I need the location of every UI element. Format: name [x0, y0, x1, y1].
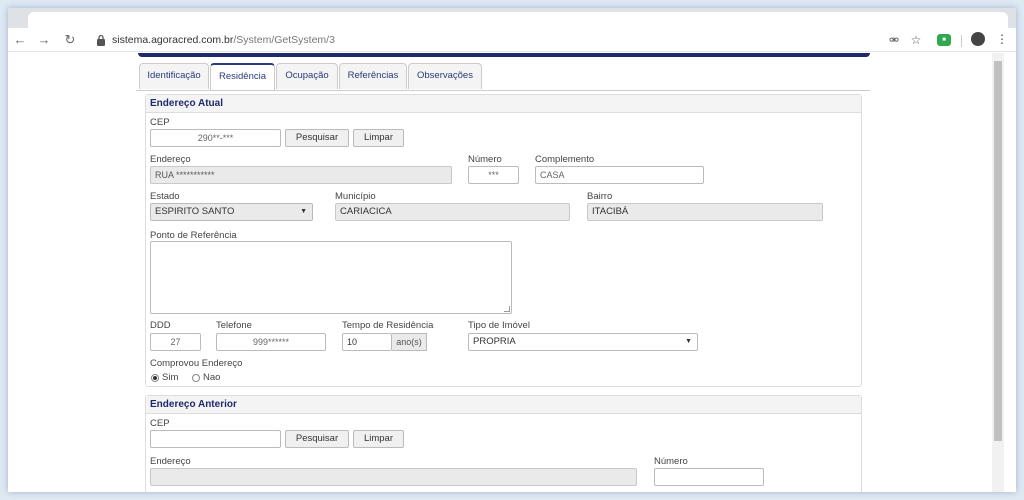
referencia-label: Ponto de Referência [150, 230, 237, 241]
municipio-input[interactable]: CARIACICA [335, 203, 570, 221]
tab-identificacao[interactable]: Identificação [139, 63, 209, 89]
numero-anterior-input[interactable] [654, 468, 764, 486]
tab-residencia[interactable]: Residência [210, 63, 275, 90]
address-bar: ← → ↻ sistema.agoracred.com.br/System/Ge… [8, 28, 1016, 52]
ddd-input[interactable]: 27 [150, 333, 201, 351]
scrollbar-thumb[interactable] [994, 61, 1002, 441]
url-field[interactable]: sistema.agoracred.com.br/System/GetSyste… [92, 31, 912, 49]
tabs-divider [136, 90, 870, 91]
url-host: sistema.agoracred.com.br [112, 34, 234, 46]
endereco-atual-panel: Endereço Atual CEP 290**-*** Pesquisar L… [145, 94, 862, 387]
radio-nao-label: Nao [203, 372, 221, 383]
resize-grip-icon[interactable] [504, 306, 510, 312]
limpar-button[interactable]: Limpar [353, 129, 404, 147]
extension-icon[interactable]: ■ [937, 34, 951, 46]
cep-anterior-input[interactable] [150, 430, 281, 448]
complemento-label: Complemento [535, 154, 595, 165]
telefone-label: Telefone [216, 320, 252, 331]
back-icon[interactable]: ← [12, 32, 28, 48]
pesquisar-anterior-button[interactable]: Pesquisar [285, 430, 349, 448]
browser-active-tab[interactable] [28, 12, 1008, 28]
comprovou-label: Comprovou Endereço [150, 358, 243, 369]
municipio-label: Município [335, 191, 376, 202]
estado-value: ESPIRITO SANTO [155, 206, 235, 217]
tempo-label: Tempo de Residência [342, 320, 434, 331]
browser-tabstrip [8, 8, 1016, 28]
endereco-anterior-label: Endereço [150, 456, 191, 467]
endereco-input[interactable]: RUA *********** [150, 166, 452, 184]
telefone-input[interactable]: 999****** [216, 333, 326, 351]
url-text: sistema.agoracred.com.br/System/GetSyste… [112, 34, 335, 46]
radio-nao[interactable] [192, 374, 200, 382]
profile-icon[interactable] [971, 32, 985, 46]
url-path: /System/GetSystem/3 [233, 34, 335, 46]
limpar-anterior-button[interactable]: Limpar [353, 430, 404, 448]
lock-icon [97, 34, 105, 46]
page-scrollbar[interactable] [992, 53, 1004, 492]
browser-window: ← → ↻ sistema.agoracred.com.br/System/Ge… [8, 8, 1016, 492]
referencia-textarea[interactable] [150, 241, 512, 314]
estado-select[interactable]: ESPIRITO SANTO ▼ [150, 203, 313, 221]
endereco-anterior-input[interactable] [150, 468, 637, 486]
complemento-input[interactable]: CASA [535, 166, 704, 184]
tempo-input[interactable]: 10 [342, 333, 392, 351]
ddd-label: DDD [150, 320, 171, 331]
toolbar-separator [961, 35, 962, 47]
header-bar [138, 53, 870, 57]
bairro-label: Bairro [587, 191, 613, 202]
bairro-input[interactable]: ITACIBÁ [587, 203, 823, 221]
endereco-anterior-panel: Endereço Anterior CEP Pesquisar Limpar E… [145, 395, 862, 492]
tab-referencias[interactable]: Referências [339, 63, 407, 89]
tab-ocupacao[interactable]: Ocupação [276, 63, 338, 89]
chevron-down-icon: ▼ [685, 338, 692, 345]
reload-icon[interactable]: ↻ [62, 32, 78, 48]
radio-sim-label: Sim [162, 372, 179, 383]
key-icon[interactable]: ⚮ [886, 32, 902, 48]
page-content: Identificação Residência Ocupação Referê… [8, 53, 1016, 492]
tipo-imovel-label: Tipo de Imóvel [468, 320, 530, 331]
forward-icon[interactable]: → [36, 32, 52, 48]
cep-input[interactable]: 290**-*** [150, 129, 281, 147]
cep-anterior-label: CEP [150, 418, 170, 429]
pesquisar-button[interactable]: Pesquisar [285, 129, 349, 147]
tab-observacoes[interactable]: Observações [408, 63, 482, 89]
endereco-atual-title: Endereço Atual [146, 95, 861, 113]
numero-anterior-label: Número [654, 456, 688, 467]
tipo-imovel-select[interactable]: PROPRIA ▼ [468, 333, 698, 351]
cep-label: CEP [150, 117, 170, 128]
endereco-anterior-title: Endereço Anterior [146, 396, 861, 414]
star-icon[interactable]: ☆ [908, 32, 924, 48]
endereco-label: Endereço [150, 154, 191, 165]
tempo-unit: ano(s) [392, 333, 427, 351]
chevron-down-icon: ▼ [300, 208, 307, 215]
estado-label: Estado [150, 191, 180, 202]
numero-input[interactable]: *** [468, 166, 519, 184]
radio-sim[interactable] [151, 374, 159, 382]
numero-label: Número [468, 154, 502, 165]
menu-icon[interactable]: ⋮ [996, 32, 1008, 46]
tipo-imovel-value: PROPRIA [473, 336, 516, 347]
